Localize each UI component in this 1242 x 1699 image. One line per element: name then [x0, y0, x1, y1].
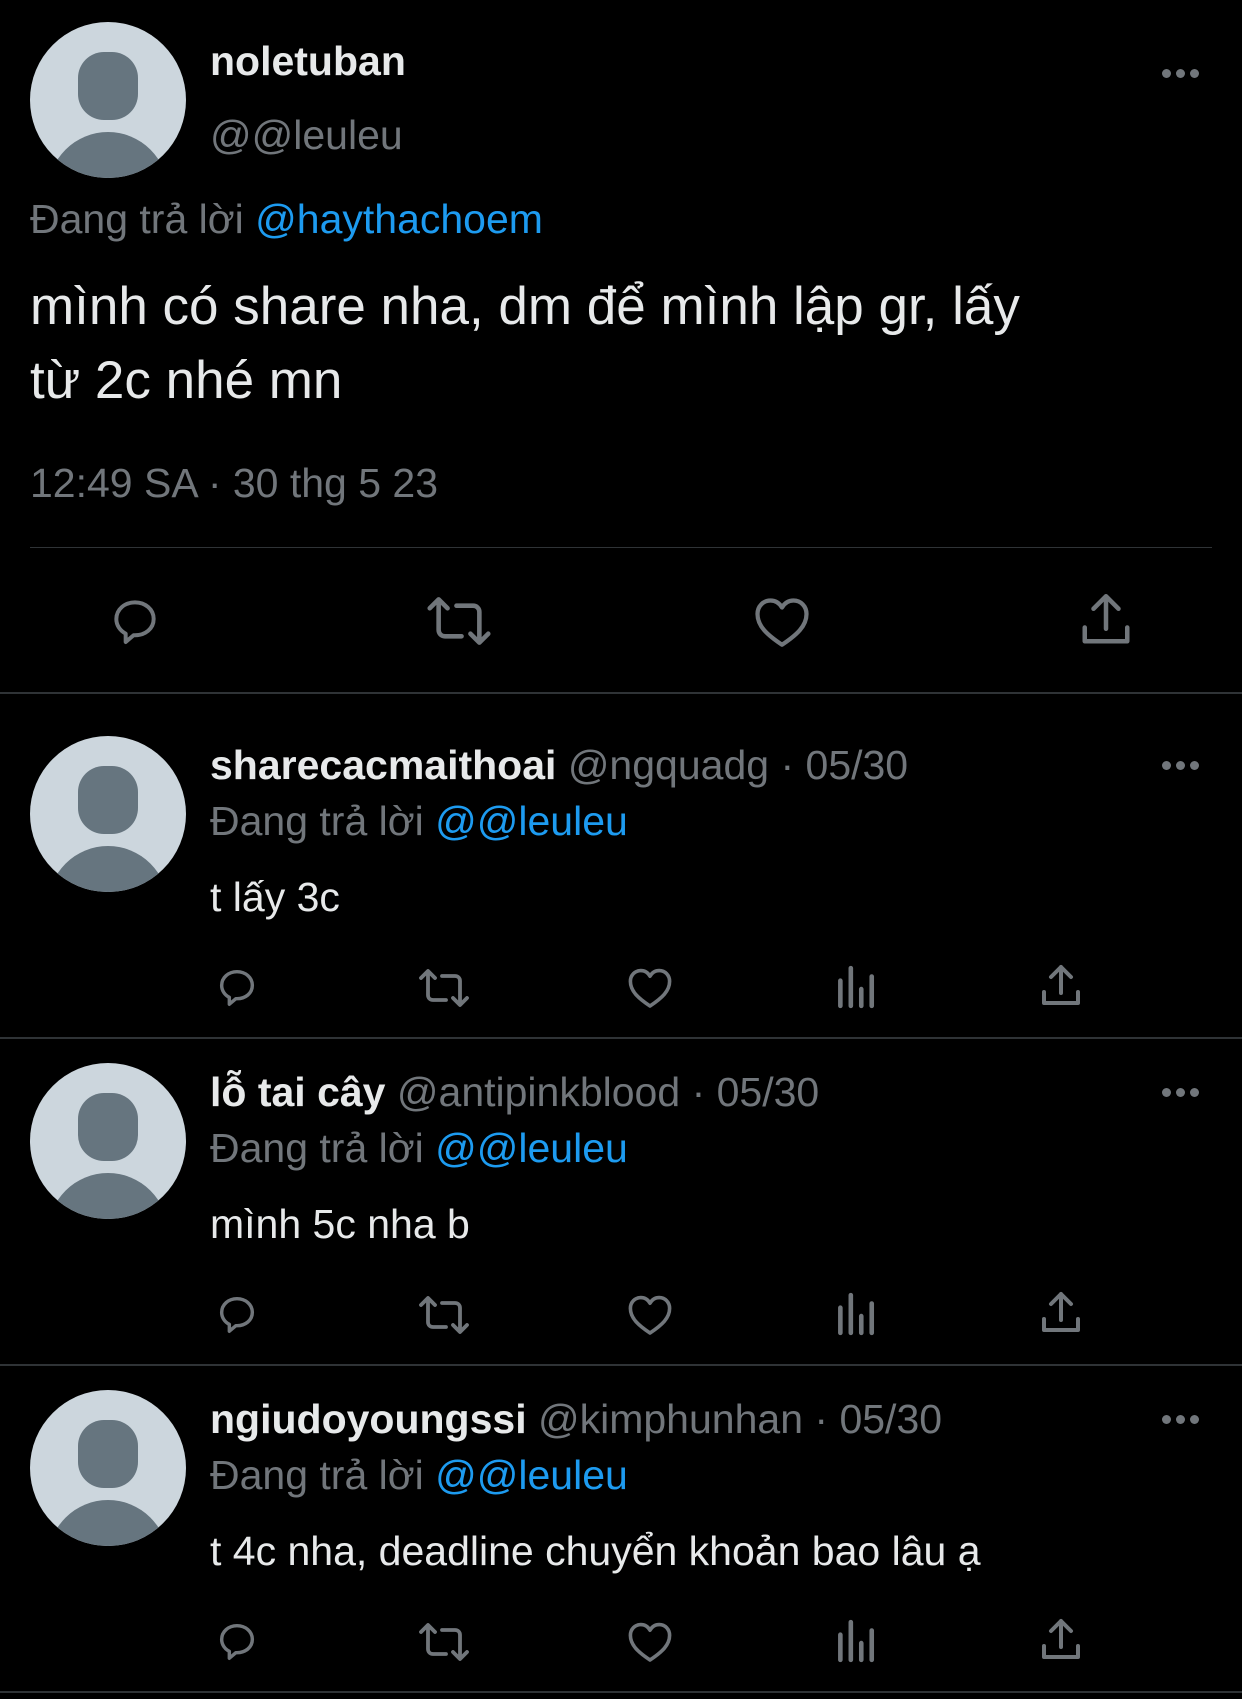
- share-icon[interactable]: [1039, 1616, 1083, 1664]
- divider: [0, 1364, 1242, 1366]
- display-name[interactable]: ngiudoyoungssi: [210, 1396, 527, 1442]
- handle[interactable]: @ngquadg: [568, 742, 769, 788]
- display-name[interactable]: sharecacmaithoai: [210, 742, 556, 788]
- handle[interactable]: @kimphunhan: [538, 1396, 803, 1442]
- replying-prefix: Đang trả lời: [210, 1125, 424, 1171]
- replying-to-line: Đang trả lời @@leuleu: [210, 798, 628, 845]
- views-icon[interactable]: [834, 1291, 876, 1337]
- more-icon[interactable]: [1162, 758, 1202, 772]
- heart-icon[interactable]: [626, 1618, 674, 1664]
- replying-prefix: Đang trả lời: [30, 196, 244, 242]
- share-icon[interactable]: [1039, 1289, 1083, 1337]
- more-icon[interactable]: [1162, 1085, 1202, 1099]
- heart-icon[interactable]: [626, 964, 674, 1010]
- replying-to-link[interactable]: @@leuleu: [435, 798, 628, 844]
- avatar[interactable]: [30, 1390, 186, 1546]
- divider: [0, 692, 1242, 694]
- reply-icon[interactable]: [106, 593, 164, 649]
- views-icon[interactable]: [834, 1618, 876, 1664]
- timestamp[interactable]: 12:49 SA · 30 thg 5 23: [30, 460, 438, 507]
- retweet-icon[interactable]: [417, 1293, 471, 1337]
- handle[interactable]: @antipinkblood: [397, 1069, 680, 1115]
- reply-text: t lấy 3c: [210, 874, 340, 920]
- divider: [0, 1691, 1242, 1693]
- reply-icon[interactable]: [214, 1618, 260, 1664]
- more-icon[interactable]: [1162, 66, 1202, 80]
- reply-header: ngiudoyoungssi @kimphunhan · 05/30: [210, 1396, 942, 1443]
- reply-date[interactable]: · 05/30: [692, 1069, 820, 1115]
- replying-to-line: Đang trả lời @haythachoem: [30, 196, 543, 243]
- reply-text: t 4c nha, deadline chuyển khoản bao lâu …: [210, 1528, 981, 1574]
- replying-to-line: Đang trả lời @@leuleu: [210, 1452, 628, 1499]
- more-icon[interactable]: [1162, 1412, 1202, 1426]
- avatar[interactable]: [30, 22, 186, 178]
- share-icon[interactable]: [1078, 590, 1134, 650]
- retweet-icon[interactable]: [417, 966, 471, 1010]
- handle[interactable]: @@leuleu: [210, 112, 403, 159]
- replying-to-line: Đang trả lời @@leuleu: [210, 1125, 628, 1172]
- replying-prefix: Đang trả lời: [210, 1452, 424, 1498]
- divider: [30, 547, 1212, 548]
- reply-date[interactable]: · 05/30: [814, 1396, 942, 1442]
- reply-header: lỗ tai cây @antipinkblood · 05/30: [210, 1069, 819, 1116]
- views-icon[interactable]: [834, 964, 876, 1010]
- replying-to-link[interactable]: @@leuleu: [435, 1452, 628, 1498]
- replying-to-link[interactable]: @haythachoem: [255, 196, 543, 242]
- tweet-text-line-1: mình có share nha, dm để mình lập gr, lấ…: [30, 277, 1020, 336]
- heart-icon[interactable]: [752, 593, 812, 649]
- retweet-icon[interactable]: [425, 593, 493, 649]
- reply-icon[interactable]: [214, 1291, 260, 1337]
- replying-prefix: Đang trả lời: [210, 798, 424, 844]
- reply-icon[interactable]: [214, 964, 260, 1010]
- reply-date[interactable]: · 05/30: [780, 742, 908, 788]
- tweet-text-line-2: từ 2c nhé mn: [30, 351, 343, 410]
- display-name[interactable]: lỗ tai cây: [210, 1069, 385, 1115]
- avatar[interactable]: [30, 1063, 186, 1219]
- divider: [0, 1037, 1242, 1039]
- heart-icon[interactable]: [626, 1291, 674, 1337]
- reply-text: mình 5c nha b: [210, 1201, 470, 1247]
- replying-to-link[interactable]: @@leuleu: [435, 1125, 628, 1171]
- display-name[interactable]: noletuban: [210, 38, 406, 85]
- share-icon[interactable]: [1039, 962, 1083, 1010]
- avatar[interactable]: [30, 736, 186, 892]
- retweet-icon[interactable]: [417, 1620, 471, 1664]
- reply-header: sharecacmaithoai @ngquadg · 05/30: [210, 742, 908, 789]
